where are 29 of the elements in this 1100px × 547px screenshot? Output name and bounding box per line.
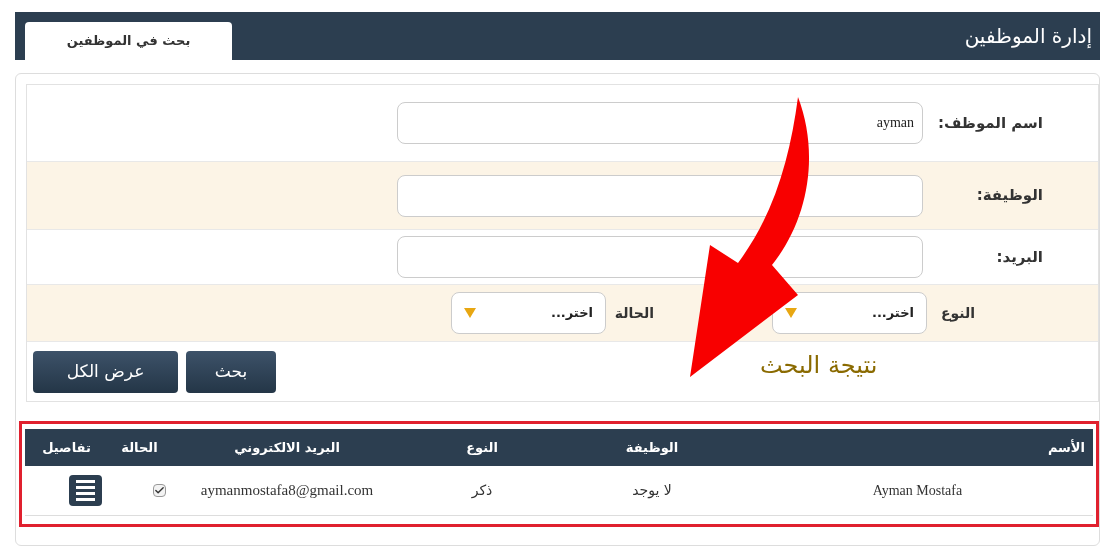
column-header: الحالة bbox=[121, 438, 158, 457]
column-header: البريد الالكتروني bbox=[234, 438, 340, 457]
table-cell-text: لا يوجد bbox=[632, 481, 672, 501]
select-label: النوع bbox=[939, 303, 975, 324]
dropdown[interactable]: اختر... bbox=[772, 292, 927, 334]
table-cell-text: Ayman Mostafa bbox=[872, 482, 963, 500]
action-button[interactable]: عرض الكل bbox=[33, 350, 178, 393]
input-field[interactable]: ayman bbox=[397, 102, 923, 144]
field-label: البريد: bbox=[995, 246, 1043, 268]
column-header: النوع bbox=[466, 438, 498, 457]
tab[interactable]: بحث في الموظفين bbox=[25, 22, 232, 60]
table-cell-text: ذكر bbox=[471, 481, 493, 501]
annotation-text: نتيجة البحث bbox=[760, 350, 878, 381]
table-cell-text: aymanmostafa8@gmail.com bbox=[200, 481, 374, 501]
page-title: إدارة الموظفين bbox=[964, 23, 1092, 50]
column-header: الوظيفة bbox=[625, 438, 679, 457]
caret-icon bbox=[785, 308, 797, 318]
details-list-icon[interactable] bbox=[69, 475, 102, 506]
select-label: الحالة bbox=[614, 303, 654, 323]
input-field[interactable] bbox=[397, 236, 923, 278]
caret-icon bbox=[464, 308, 476, 318]
input-field[interactable] bbox=[397, 174, 923, 217]
field-label: الوظيفة: bbox=[975, 185, 1043, 207]
checkbox[interactable] bbox=[153, 484, 166, 497]
column-header: تفاصيل bbox=[42, 438, 91, 457]
field-label: اسم الموظف: bbox=[936, 112, 1043, 134]
action-button[interactable]: بحث bbox=[186, 350, 276, 393]
column-header: الأسم bbox=[1047, 438, 1085, 457]
dropdown[interactable]: اختر... bbox=[451, 292, 606, 334]
